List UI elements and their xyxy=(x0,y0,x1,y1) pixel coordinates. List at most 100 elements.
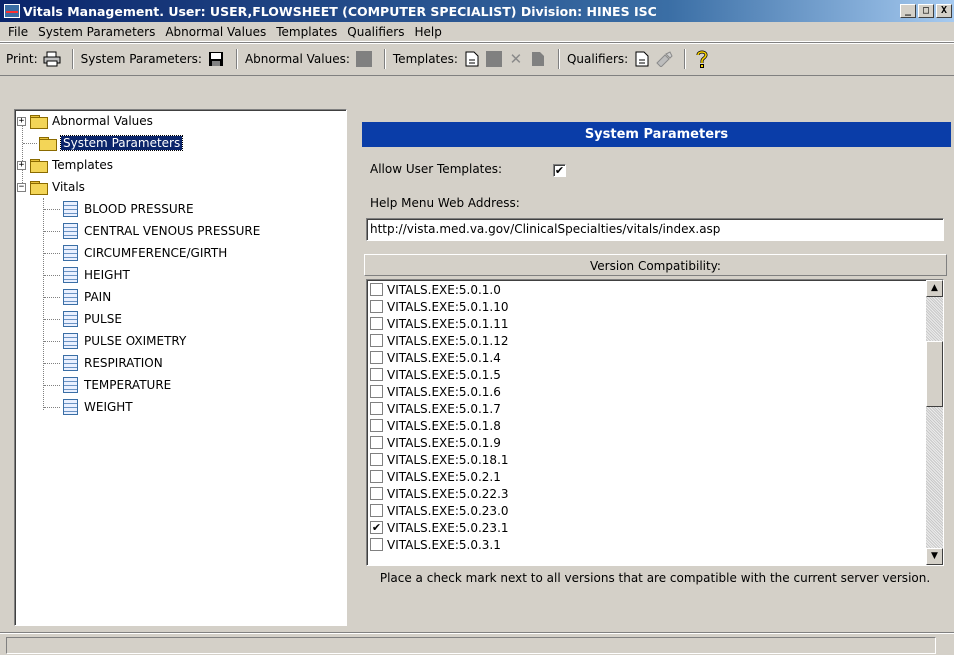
menu-abnormal-values[interactable]: Abnormal Values xyxy=(161,25,272,39)
version-label: VITALS.EXE:5.0.1.10 xyxy=(387,299,509,314)
help-icon[interactable] xyxy=(693,50,711,68)
version-checkbox[interactable] xyxy=(370,419,383,432)
tree-item-abnormal-values[interactable]: + Abnormal Values xyxy=(17,110,153,132)
version-item[interactable]: ✔ VITALS.EXE:5.0.23.1 xyxy=(370,519,509,536)
navigation-tree[interactable]: + Abnormal Values System Parameters + Te… xyxy=(14,109,347,626)
vital-type-icon xyxy=(63,267,78,283)
version-item[interactable]: VITALS.EXE:5.0.1.7 xyxy=(370,400,501,417)
version-checkbox[interactable] xyxy=(370,436,383,449)
status-bar xyxy=(0,632,954,655)
printer-icon[interactable] xyxy=(43,50,61,68)
menu-file[interactable]: File xyxy=(4,25,34,39)
toolbar-separator xyxy=(557,49,560,69)
tree-item-system-parameters[interactable]: System Parameters xyxy=(39,132,184,154)
version-item[interactable]: VITALS.EXE:5.0.1.0 xyxy=(370,281,501,298)
version-label: VITALS.EXE:5.0.1.11 xyxy=(387,316,509,331)
tree-item-vital[interactable]: PAIN xyxy=(63,286,111,308)
tree-item-vital[interactable]: TEMPERATURE xyxy=(63,374,171,396)
tree-item-label: TEMPERATURE xyxy=(84,378,172,392)
menu-qualifiers[interactable]: Qualifiers xyxy=(343,25,410,39)
version-item[interactable]: VITALS.EXE:5.0.1.10 xyxy=(370,298,509,315)
collapse-icon[interactable]: − xyxy=(17,182,26,192)
version-item[interactable]: VITALS.EXE:5.0.1.5 xyxy=(370,366,501,383)
maximize-button[interactable]: □ xyxy=(918,4,934,18)
version-item[interactable]: VITALS.EXE:5.0.1.12 xyxy=(370,332,509,349)
version-item[interactable]: VITALS.EXE:5.0.1.8 xyxy=(370,417,501,434)
version-checkbox[interactable] xyxy=(370,504,383,517)
version-checkbox[interactable] xyxy=(370,402,383,415)
title-bar: Vitals Management. User: USER,FLOWSHEET … xyxy=(0,0,954,22)
expand-icon[interactable]: + xyxy=(17,116,26,126)
new-template-icon[interactable] xyxy=(463,50,481,68)
allow-user-templates-checkbox[interactable]: ✔ xyxy=(553,164,566,177)
qualifiers-label: Qualifiers: xyxy=(566,52,629,66)
save-icon[interactable] xyxy=(207,50,225,68)
version-checkbox[interactable]: ✔ xyxy=(370,521,383,534)
tree-item-vital[interactable]: RESPIRATION xyxy=(63,352,163,374)
delete-icon: ✕ xyxy=(509,50,523,68)
new-qualifier-icon[interactable] xyxy=(633,50,651,68)
version-checkbox[interactable] xyxy=(370,283,383,296)
scroll-thumb[interactable] xyxy=(926,341,943,407)
tree-item-templates[interactable]: + Templates xyxy=(17,154,113,176)
tree-line xyxy=(44,385,60,386)
vital-type-icon xyxy=(63,311,78,327)
version-label: VITALS.EXE:5.0.1.9 xyxy=(387,435,501,450)
tree-item-vital[interactable]: PULSE xyxy=(63,308,122,330)
version-item[interactable]: VITALS.EXE:5.0.1.9 xyxy=(370,434,501,451)
tree-item-vital[interactable]: CIRCUMFERENCE/GIRTH xyxy=(63,242,227,264)
tree-item-vital[interactable]: BLOOD PRESSURE xyxy=(63,198,194,220)
version-compatibility-header: Version Compatibility: xyxy=(364,254,947,276)
version-checkbox[interactable] xyxy=(370,487,383,500)
tree-line xyxy=(44,407,60,408)
tree-line xyxy=(44,363,60,364)
vital-type-icon xyxy=(63,245,78,261)
menu-help[interactable]: Help xyxy=(410,25,447,39)
version-item[interactable]: VITALS.EXE:5.0.1.6 xyxy=(370,383,501,400)
close-button[interactable]: X xyxy=(936,4,952,18)
toolbar-separator xyxy=(71,49,74,69)
version-item[interactable]: VITALS.EXE:5.0.1.4 xyxy=(370,349,501,366)
version-item[interactable]: VITALS.EXE:5.0.22.3 xyxy=(370,485,509,502)
vital-type-icon xyxy=(63,355,78,371)
menu-system-parameters[interactable]: System Parameters xyxy=(34,25,161,39)
menu-templates[interactable]: Templates xyxy=(272,25,343,39)
version-list[interactable]: VITALS.EXE:5.0.1.0 VITALS.EXE:5.0.1.10 V… xyxy=(366,279,944,566)
version-checkbox[interactable] xyxy=(370,317,383,330)
version-item[interactable]: VITALS.EXE:5.0.23.0 xyxy=(370,502,509,519)
version-checkbox[interactable] xyxy=(370,453,383,466)
qualifier-edit-icon xyxy=(655,50,673,68)
tree-item-vital[interactable]: CENTRAL VENOUS PRESSURE xyxy=(63,220,260,242)
version-checkbox[interactable] xyxy=(370,538,383,551)
folder-open-icon xyxy=(30,180,48,195)
tree-line xyxy=(44,297,60,298)
tree-item-label: PULSE xyxy=(84,312,122,326)
version-list-scrollbar[interactable]: ▲ ▼ xyxy=(926,280,943,565)
version-checkbox[interactable] xyxy=(370,385,383,398)
scroll-down-button[interactable]: ▼ xyxy=(926,548,943,565)
version-item[interactable]: VITALS.EXE:5.0.3.1 xyxy=(370,536,501,553)
version-item[interactable]: VITALS.EXE:5.0.18.1 xyxy=(370,451,509,468)
expand-icon[interactable]: + xyxy=(17,160,26,170)
tree-item-label: Abnormal Values xyxy=(52,114,153,128)
folder-icon xyxy=(30,158,48,173)
tree-item-vital[interactable]: PULSE OXIMETRY xyxy=(63,330,186,352)
tree-item-vital[interactable]: HEIGHT xyxy=(63,264,130,286)
version-checkbox[interactable] xyxy=(370,470,383,483)
tree-item-vital[interactable]: WEIGHT xyxy=(63,396,133,418)
minimize-button[interactable]: _ xyxy=(900,4,916,18)
version-label: VITALS.EXE:5.0.1.4 xyxy=(387,350,501,365)
scroll-up-button[interactable]: ▲ xyxy=(926,280,943,297)
help-url-input[interactable]: http://vista.med.va.gov/ClinicalSpecialt… xyxy=(366,218,944,241)
version-checkbox[interactable] xyxy=(370,334,383,347)
version-item[interactable]: VITALS.EXE:5.0.2.1 xyxy=(370,468,501,485)
tree-item-label: PULSE OXIMETRY xyxy=(84,334,187,348)
version-item[interactable]: VITALS.EXE:5.0.1.11 xyxy=(370,315,509,332)
toolbar-separator xyxy=(383,49,386,69)
toolbar-separator xyxy=(235,49,238,69)
version-checkbox[interactable] xyxy=(370,300,383,313)
version-checkbox[interactable] xyxy=(370,368,383,381)
folder-open-icon xyxy=(39,136,57,151)
tree-item-vitals[interactable]: − Vitals xyxy=(17,176,85,198)
version-checkbox[interactable] xyxy=(370,351,383,364)
